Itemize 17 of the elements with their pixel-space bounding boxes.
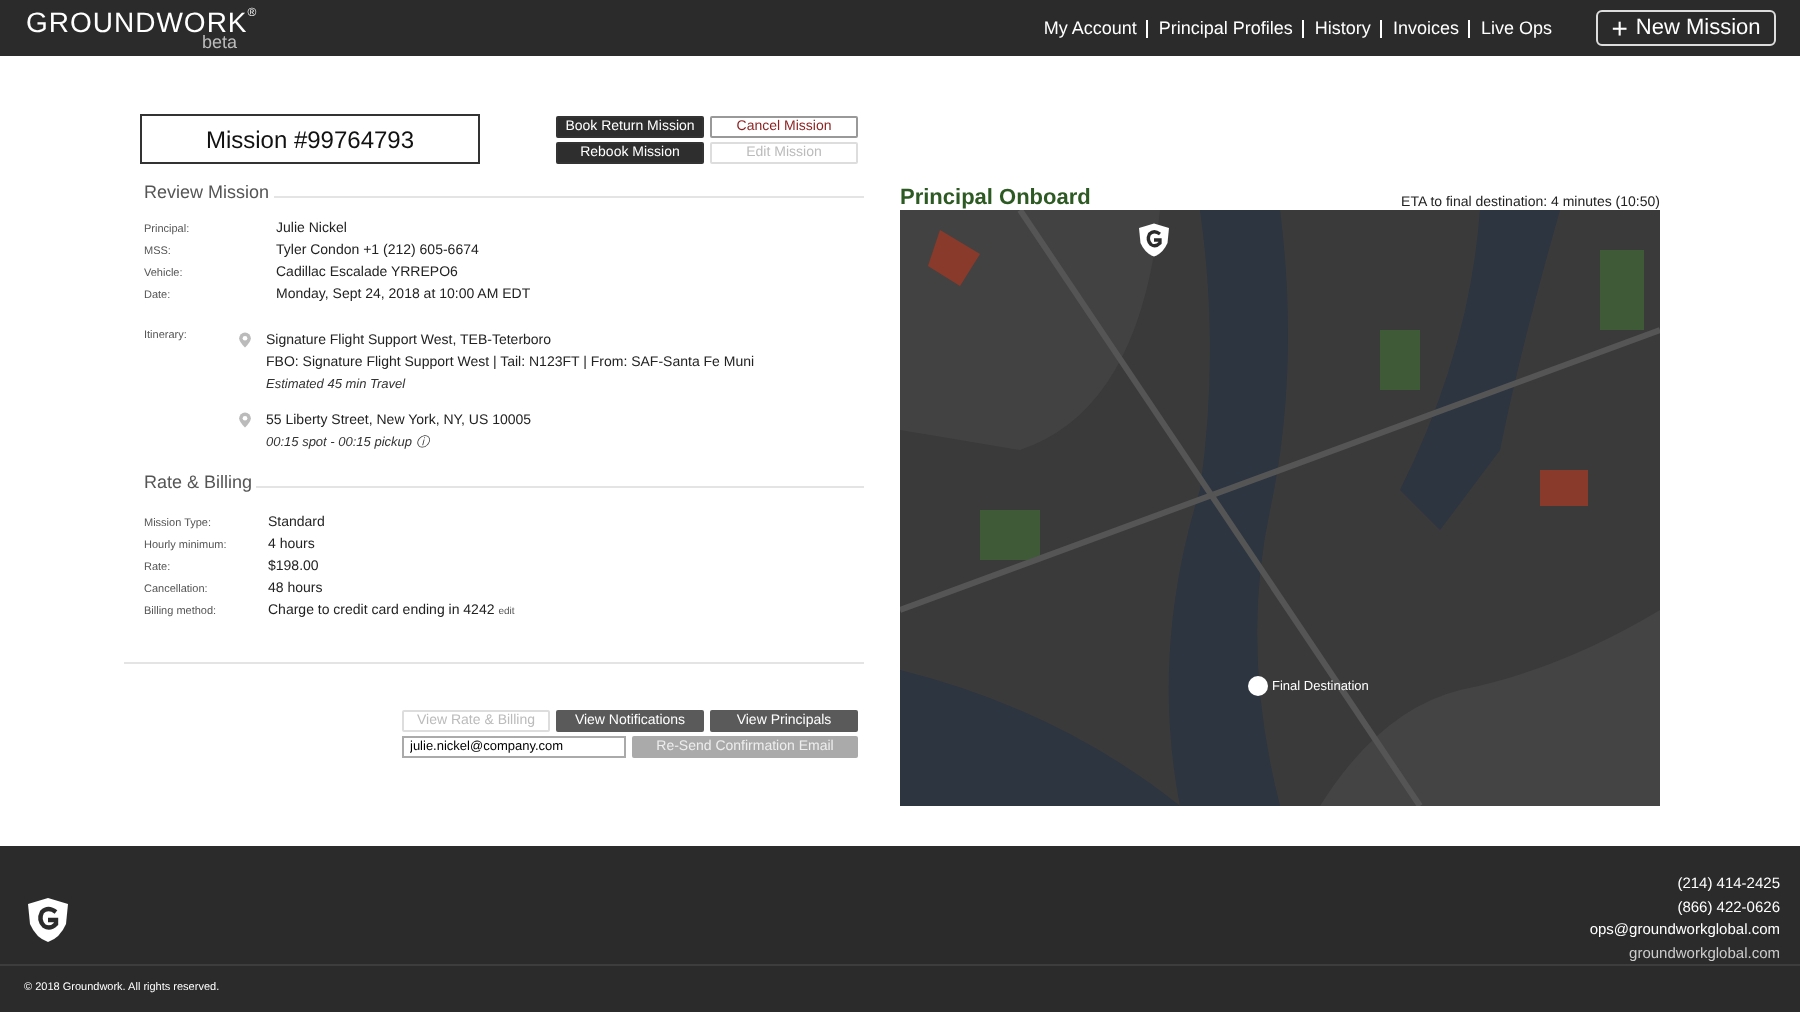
trademark-sign: ®: [247, 6, 257, 22]
nav-link[interactable]: Principal Profiles: [1158, 18, 1293, 38]
location-pin-icon: [238, 332, 252, 348]
brand-logo: GROUNDWORK: [26, 6, 248, 38]
nav-link[interactable]: Invoices: [1392, 18, 1459, 38]
panel-title: Principal Onboard: [900, 186, 1091, 210]
new-mission-button[interactable]: + New Mission: [1596, 10, 1776, 46]
shield-marker-icon: [1136, 222, 1172, 258]
section-heading: Review Mission: [144, 182, 270, 202]
nav-link[interactable]: Live Ops: [1480, 18, 1552, 38]
shield-logo-icon: [24, 896, 72, 944]
beta-label: beta: [202, 32, 238, 52]
mission-title: Mission #99764793: [140, 114, 480, 164]
location-pin-icon: [238, 412, 252, 428]
nav-link[interactable]: History: [1314, 18, 1371, 38]
nav-link[interactable]: My Account: [1043, 18, 1137, 38]
section-heading: Rate & Billing: [144, 472, 253, 492]
